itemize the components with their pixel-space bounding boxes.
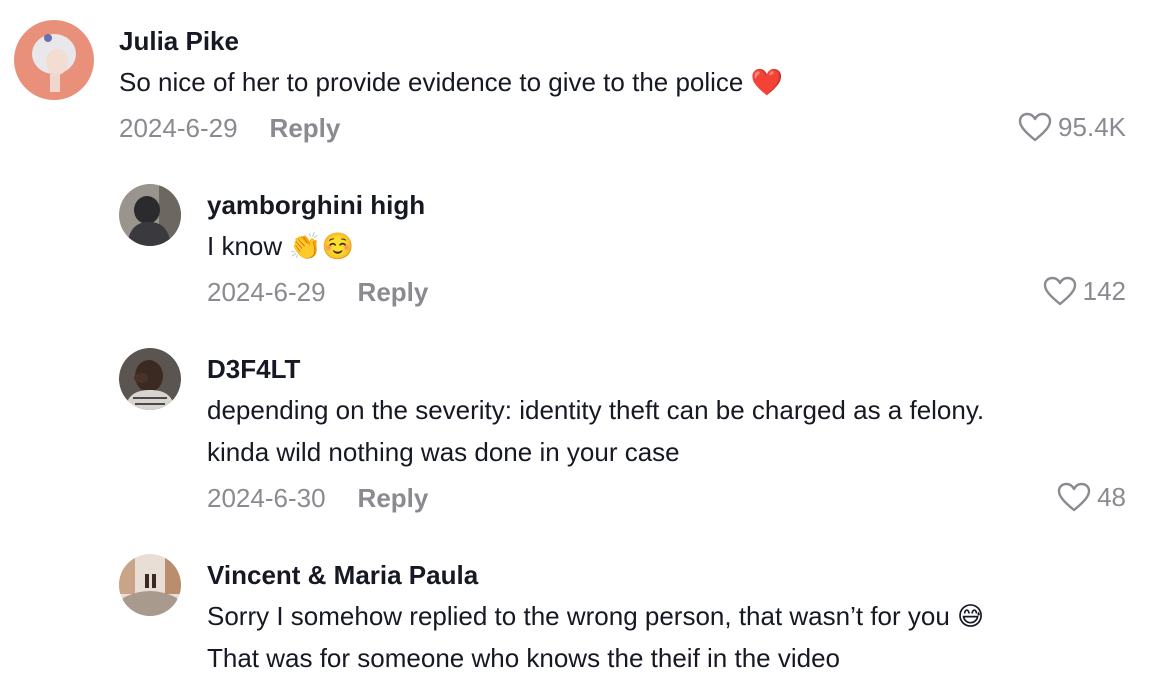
username[interactable]: yamborghini high [207, 190, 425, 220]
comment-text: So nice of her to provide evidence to gi… [119, 67, 783, 97]
reply-button[interactable]: Reply [358, 483, 429, 513]
comment-meta: 2024-6-29 Reply [207, 277, 428, 307]
comment-date: 2024-6-30 [207, 483, 326, 513]
heart-outline-icon [1018, 112, 1052, 142]
heart-outline-icon [1057, 482, 1091, 512]
comment-text-line-1: depending on the severity: identity thef… [207, 395, 985, 425]
like-count: 95.4K [1058, 112, 1126, 142]
username[interactable]: D3F4LT [207, 354, 300, 384]
avatar[interactable] [119, 184, 181, 246]
comment-date: 2024-6-29 [207, 277, 326, 307]
like-count: 48 [1097, 482, 1126, 512]
reply-button[interactable]: Reply [270, 113, 341, 143]
comment-text-line-2: That was for someone who knows the theif… [207, 643, 841, 673]
comment-text: I know 👏☺️ [207, 231, 355, 261]
comment-meta: 2024-6-30 Reply [207, 483, 428, 513]
like-count: 142 [1082, 276, 1126, 306]
heart-outline-icon [1043, 276, 1076, 306]
comment-text-line-1: Sorry I somehow replied to the wrong per… [207, 601, 985, 631]
like-button[interactable]: 48 [1057, 482, 1126, 512]
username[interactable]: Julia Pike [119, 26, 239, 56]
like-button[interactable]: 95.4K [1018, 112, 1126, 142]
avatar[interactable] [14, 20, 94, 100]
comment-date: 2024-6-29 [119, 113, 238, 143]
like-button[interactable]: 142 [1043, 276, 1126, 306]
avatar[interactable] [119, 348, 181, 410]
avatar[interactable] [119, 554, 181, 616]
comment-meta: 2024-6-29 Reply [119, 113, 340, 143]
comment-text-line-2: kinda wild nothing was done in your case [207, 437, 680, 467]
username[interactable]: Vincent & Maria Paula [207, 560, 478, 590]
reply-button[interactable]: Reply [358, 277, 429, 307]
